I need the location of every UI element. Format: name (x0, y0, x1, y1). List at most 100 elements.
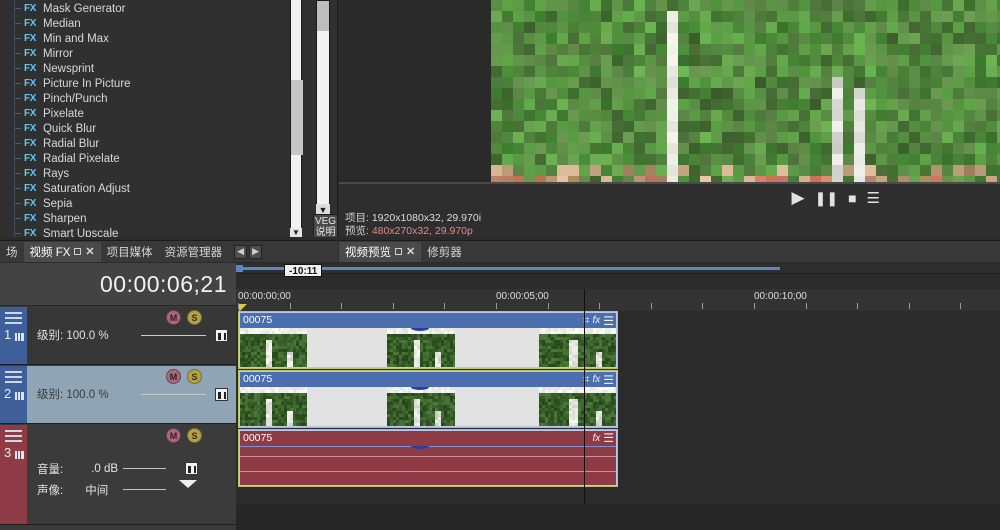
timeline-clip[interactable]: 00075 ⌗ fx ☰ (238, 311, 618, 369)
track-mute-button[interactable]: M (166, 369, 181, 384)
track-header-2[interactable]: 2 M S 级别: 100.0 % (0, 366, 236, 424)
fx-list-item[interactable]: FX Picture In Picture (0, 75, 290, 91)
track-pan-slider-thumb[interactable] (179, 480, 197, 488)
clip-body[interactable] (239, 446, 617, 486)
tab-scroll-arrows[interactable]: ◀ ▶ (234, 244, 263, 259)
track-menu-icon[interactable] (5, 430, 22, 442)
tab-scroll-next-icon[interactable]: ▶ (249, 244, 263, 259)
veg-help-badge[interactable]: VEG 说明 (313, 214, 337, 237)
track-number: 3 (4, 445, 12, 460)
track-header-3[interactable]: 3MS音量:.0 dB声像:中间183654 (0, 425, 257, 525)
loop-region-bar[interactable] (236, 263, 1000, 274)
tab-restore-icon[interactable] (74, 248, 82, 255)
clip-envelope-point[interactable] (411, 446, 429, 449)
track-mute-solo-group[interactable]: MS (166, 310, 202, 325)
track-mute-solo-group[interactable]: MS (166, 369, 202, 384)
fx-list-item[interactable]: FX Min and Max (0, 30, 290, 46)
track-level-row[interactable]: 级别: 100.0 % (37, 327, 230, 343)
track-header-1[interactable]: 1 M S 级别: 100.0 % (0, 307, 236, 365)
fx-list-item[interactable]: FX Smart Upscale (0, 225, 290, 237)
fx-list-item[interactable]: FX Newsprint (0, 60, 290, 76)
tab-0[interactable]: 场 (0, 242, 24, 262)
preview-video-frame[interactable] (491, 0, 1000, 182)
fx-list-item[interactable]: FX Pixelate (0, 105, 290, 121)
track-solo-button[interactable]: S (187, 369, 202, 384)
clip-icon-group[interactable]: ⌗ fx ☰ (583, 313, 614, 328)
playhead[interactable] (584, 289, 585, 530)
clip-fx-icon[interactable]: fx (592, 315, 600, 326)
track-mute-button[interactable]: M (166, 310, 181, 325)
preview-pixel (700, 55, 711, 66)
loop-region-handle[interactable] (236, 265, 243, 272)
fx-panel-scrollbar[interactable] (316, 0, 330, 205)
fx-list-item[interactable]: FX Mask Generator (0, 0, 290, 16)
clip-menu-icon[interactable]: ☰ (603, 431, 614, 445)
tab-1[interactable]: 修剪器 (421, 242, 468, 262)
clip-menu-icon[interactable]: ☰ (603, 373, 614, 387)
timecode-display[interactable]: 00:00:06;21 (0, 263, 236, 306)
clip-header[interactable]: 00075 ⌗ fx ☰ (239, 312, 617, 328)
timeline-clip[interactable]: 00075 ⌗ fx ☰ (238, 370, 618, 428)
clip-body[interactable] (239, 387, 617, 427)
clip-menu-icon[interactable]: ☰ (603, 314, 614, 328)
track-level-slider-thumb[interactable] (215, 388, 228, 401)
fx-list-item[interactable]: FX Pinch/Punch (0, 90, 290, 106)
tab-restore-icon[interactable] (395, 248, 402, 255)
tab-close-icon[interactable]: ✕ (85, 245, 94, 258)
track-volume-slider-thumb[interactable] (185, 462, 198, 475)
preview-pixel (579, 44, 590, 55)
right-panel-tabbar[interactable]: 视频预览 ✕ 修剪器 (339, 240, 1000, 262)
fx-list-scroll-down-icon[interactable]: ▼ (290, 228, 302, 237)
track-menu-icon[interactable] (5, 371, 22, 383)
stop-button[interactable]: ■ (848, 190, 856, 206)
fx-list-item[interactable]: FX Rays (0, 165, 290, 181)
fx-list-item[interactable]: FX Median (0, 15, 290, 31)
track-pan-slider[interactable] (123, 489, 166, 490)
tab-3[interactable]: 资源管理器 (159, 242, 229, 262)
tab-2[interactable]: 项目媒体 (101, 242, 159, 262)
track-mute-solo-group[interactable]: MS (166, 428, 202, 443)
fx-list-item[interactable]: FX Saturation Adjust (0, 180, 290, 196)
clip-fx-icon[interactable]: fx (592, 374, 600, 385)
timeline-ruler[interactable]: 00:00:00;00 00:00:05;00 00:00:10;00 (236, 289, 1000, 324)
timeline-clip[interactable]: 00075 fx ☰ (238, 429, 618, 487)
preview-transport-controls[interactable]: ▶ ❚❚ ■ ☰ (792, 188, 880, 208)
fx-list-item[interactable]: FX Radial Blur (0, 135, 290, 151)
fx-list-item[interactable]: FX Radial Pixelate (0, 150, 290, 166)
preview-menu-button[interactable]: ☰ (867, 189, 880, 207)
track-level-slider-thumb[interactable] (215, 329, 228, 342)
fx-list-scrollbar-thumb[interactable] (291, 80, 303, 155)
timeline-canvas[interactable]: -10:11 00:00:00;00 00:00:05;00 00:00:10;00… (236, 263, 1000, 530)
clip-header[interactable]: 00075 ⌗ fx ☰ (239, 371, 617, 387)
tab-0[interactable]: 视频预览 ✕ (339, 241, 422, 262)
clip-icon-group[interactable]: fx ☰ (592, 431, 614, 445)
track-mute-button[interactable]: M (166, 428, 181, 443)
clip-icon-group[interactable]: ⌗ fx ☰ (583, 372, 614, 387)
fx-panel-scrollbar-thumb[interactable] (317, 1, 329, 31)
fx-list[interactable]: FX Mask Generator FX Median FX Min and Max FX M… (0, 0, 290, 237)
track-level-row[interactable]: 级别: 100.0 % (37, 386, 230, 402)
preview-pixel (744, 0, 755, 11)
clip-body[interactable] (239, 328, 617, 368)
clip-fx-icon[interactable]: fx (592, 433, 600, 444)
track-level-slider[interactable] (141, 394, 206, 395)
fx-list-item[interactable]: FX Mirror (0, 45, 290, 61)
tab-1[interactable]: 视频 FX ✕ (23, 241, 101, 262)
clip-header[interactable]: 00075 fx ☰ (239, 430, 617, 446)
pause-button[interactable]: ❚❚ (815, 190, 838, 207)
track-menu-icon[interactable] (5, 312, 22, 324)
track-solo-button[interactable]: S (187, 428, 202, 443)
fx-list-item[interactable]: FX Quick Blur (0, 120, 290, 136)
track-solo-button[interactable]: S (187, 310, 202, 325)
play-button[interactable]: ▶ (792, 188, 805, 208)
tab-scroll-prev-icon[interactable]: ◀ (234, 244, 248, 259)
fx-list-item[interactable]: FX Sepia (0, 195, 290, 211)
track-level-slider[interactable] (141, 335, 206, 336)
left-panel-tabbar[interactable]: 场视频 FX ✕ 项目媒体 资源管理器 ◀ ▶ (0, 240, 338, 262)
fx-list-item[interactable]: FX Sharpen (0, 210, 290, 226)
track-volume-slider[interactable] (123, 468, 166, 469)
tab-close-icon[interactable]: ✕ (406, 245, 415, 258)
track-volume-row[interactable]: 音量: .0 dB (37, 461, 118, 477)
track-pan-row[interactable]: 声像: 中间 (37, 482, 108, 498)
fx-list-scrollbar[interactable] (290, 0, 303, 228)
